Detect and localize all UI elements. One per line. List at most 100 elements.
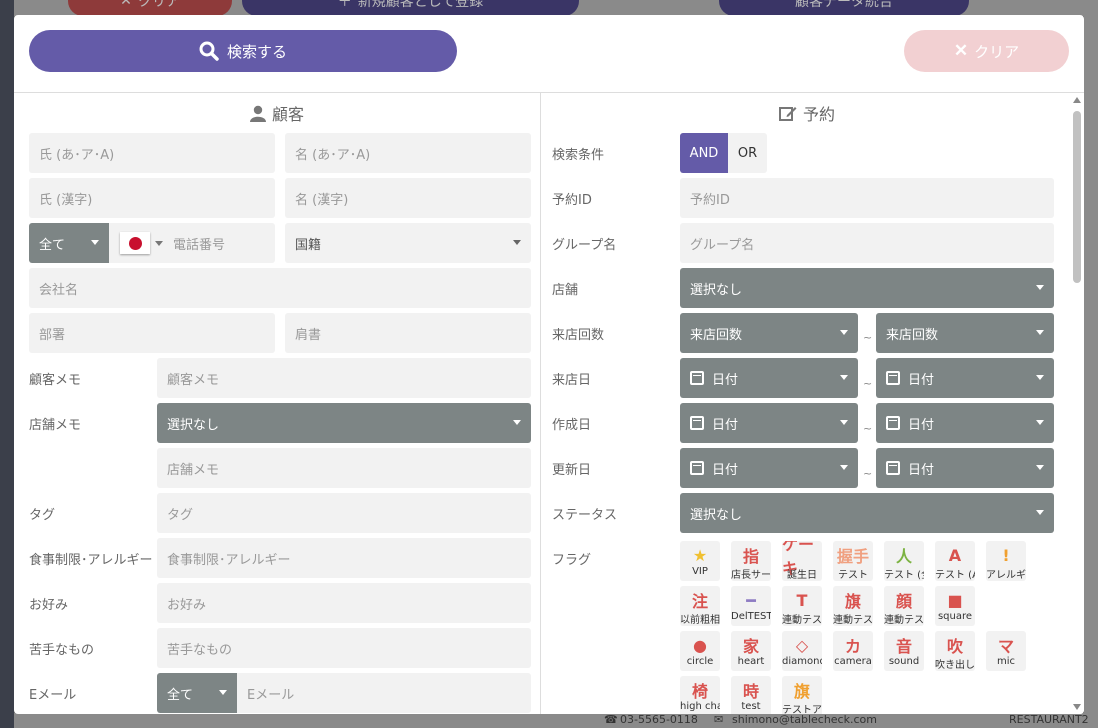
flag-label: heart [737, 656, 765, 667]
modal-scrollbar[interactable] [1071, 93, 1084, 714]
updated-date-to[interactable]: 日付 [876, 448, 1054, 488]
or-button[interactable]: OR [728, 133, 767, 173]
flag-item[interactable]: 人テスト (全員) [884, 541, 924, 581]
visit-date-to[interactable]: 日付 [876, 358, 1054, 398]
flag-icon: 握手 [836, 547, 869, 566]
flag-item[interactable]: ● circle [680, 631, 720, 671]
last-name-kanji-input[interactable]: 氏 (漢字) [29, 178, 275, 218]
background-right-panel [1084, 16, 1098, 728]
and-button[interactable]: AND [680, 133, 728, 173]
flag-item[interactable]: 音 sound [884, 631, 924, 671]
nationality-select[interactable]: 国籍 [285, 223, 531, 263]
visits-from-select[interactable]: 来店回数 [680, 313, 858, 353]
flag-icon: 時 [742, 682, 759, 701]
flag-icon: ■ [947, 590, 963, 610]
flag-label: テストアイコン [782, 705, 822, 714]
scroll-down-icon[interactable] [1073, 704, 1081, 710]
flag-item[interactable]: ! アレルギー [986, 541, 1026, 581]
flag-label: 店長サービス [731, 570, 771, 581]
range-separator: ~ [863, 331, 873, 344]
search-button[interactable]: 検索する [29, 30, 457, 72]
flag-item[interactable]: 指店長サービス [731, 541, 771, 581]
flag-item[interactable]: ケーキ 誕生日 [782, 541, 822, 581]
store-memo-input[interactable]: 店舗メモ [157, 448, 531, 488]
range-separator: ~ [863, 467, 873, 480]
store-memo-select[interactable]: 選択なし [157, 403, 531, 443]
mail-icon: ✉ [714, 713, 724, 726]
edit-icon [778, 106, 797, 121]
chevron-down-icon [1036, 285, 1044, 290]
chevron-down-icon [1036, 465, 1044, 470]
clear-button[interactable]: ✕ クリア [904, 30, 1069, 72]
condition-toggle: AND OR [680, 133, 767, 173]
calendar-icon [886, 416, 900, 430]
flag-item[interactable]: 顔連動テスト [884, 586, 924, 626]
group-input[interactable]: グループ名 [680, 223, 1054, 263]
flag-item[interactable]: 時 test [731, 676, 771, 714]
customer-memo-input[interactable]: 顧客メモ [157, 358, 531, 398]
likes-input[interactable]: お好み [157, 583, 531, 623]
email-type-select[interactable]: 全て [157, 673, 237, 713]
flag-item[interactable]: 注以前粗相 [680, 586, 720, 626]
dislikes-input[interactable]: 苦手なもの [157, 628, 531, 668]
flag-item[interactable]: 椅high chair [680, 676, 720, 714]
flag-icon: ━ [746, 590, 756, 610]
chevron-down-icon [840, 375, 848, 380]
store-label: 店舗 [552, 282, 579, 298]
chevron-down-icon [513, 240, 521, 245]
flag-label: 連動テスト [782, 615, 822, 626]
flag-icon: ◇ [795, 635, 809, 655]
flag-item[interactable]: 家 heart [731, 631, 771, 671]
flag-item[interactable]: カ camera [833, 631, 873, 671]
first-name-kanji-input[interactable]: 名 (漢字) [285, 178, 531, 218]
flag-label: 連動テスト [884, 615, 924, 626]
japan-flag-icon[interactable] [120, 232, 150, 254]
flag-icon: 旗 [844, 592, 861, 611]
flag-item[interactable]: マ mic [986, 631, 1026, 671]
tag-label: タグ [29, 507, 56, 523]
flag-icon: マ [997, 637, 1014, 656]
updated-date-from[interactable]: 日付 [680, 448, 858, 488]
phone-type-select[interactable]: 全て [29, 223, 109, 263]
user-icon [249, 105, 266, 122]
flag-item[interactable]: 旗連動テスト [833, 586, 873, 626]
reservation-id-input[interactable]: 予約ID [680, 178, 1054, 218]
flag-icon: 指 [742, 547, 759, 566]
calendar-icon [690, 461, 704, 475]
scrollbar-thumb[interactable] [1073, 111, 1081, 283]
flag-item[interactable]: 旗テストアイコン [782, 676, 822, 714]
customer-memo-label: 顧客メモ [29, 372, 82, 388]
flag-item[interactable]: ◇ diamond [782, 631, 822, 671]
status-select[interactable]: 選択なし [680, 493, 1054, 533]
company-input[interactable]: 会社名 [29, 268, 531, 308]
diet-input[interactable]: 食事制限･アレルギー [157, 538, 531, 578]
last-name-kana-input[interactable]: 氏 (あ･ア･A) [29, 133, 275, 173]
store-select[interactable]: 選択なし [680, 268, 1054, 308]
tag-input[interactable]: タグ [157, 493, 531, 533]
department-input[interactable]: 部署 [29, 313, 275, 353]
flag-item[interactable]: 吹吹き出し [935, 631, 975, 671]
flag-label: アレルギー [986, 570, 1026, 581]
scroll-up-icon[interactable] [1073, 97, 1081, 103]
chevron-down-icon [155, 241, 163, 246]
visits-to-select[interactable]: 来店回数 [876, 313, 1054, 353]
position-input[interactable]: 肩書 [285, 313, 531, 353]
created-date-to[interactable]: 日付 [876, 403, 1054, 443]
chevron-down-icon [1036, 420, 1044, 425]
first-name-kana-input[interactable]: 名 (あ･ア･A) [285, 133, 531, 173]
flag-item[interactable]: A テスト (A) [935, 541, 975, 581]
flag-item[interactable]: ■ square [935, 586, 975, 626]
flag-icon: T [796, 590, 808, 610]
email-input[interactable]: Eメール [237, 673, 531, 713]
flag-label: camera [834, 656, 872, 667]
likes-label: お好み [29, 597, 69, 613]
background-sidebar [0, 0, 14, 728]
flag-item[interactable]: 握手 テスト [833, 541, 873, 581]
flag-item[interactable]: ★ VIP [680, 541, 720, 581]
flag-item[interactable]: T 連動テスト [782, 586, 822, 626]
created-date-from[interactable]: 日付 [680, 403, 858, 443]
range-separator: ~ [863, 377, 873, 390]
visit-date-from[interactable]: 日付 [680, 358, 858, 398]
flag-icon: 注 [691, 592, 708, 611]
flag-item[interactable]: ━ DelTEST [731, 586, 771, 626]
